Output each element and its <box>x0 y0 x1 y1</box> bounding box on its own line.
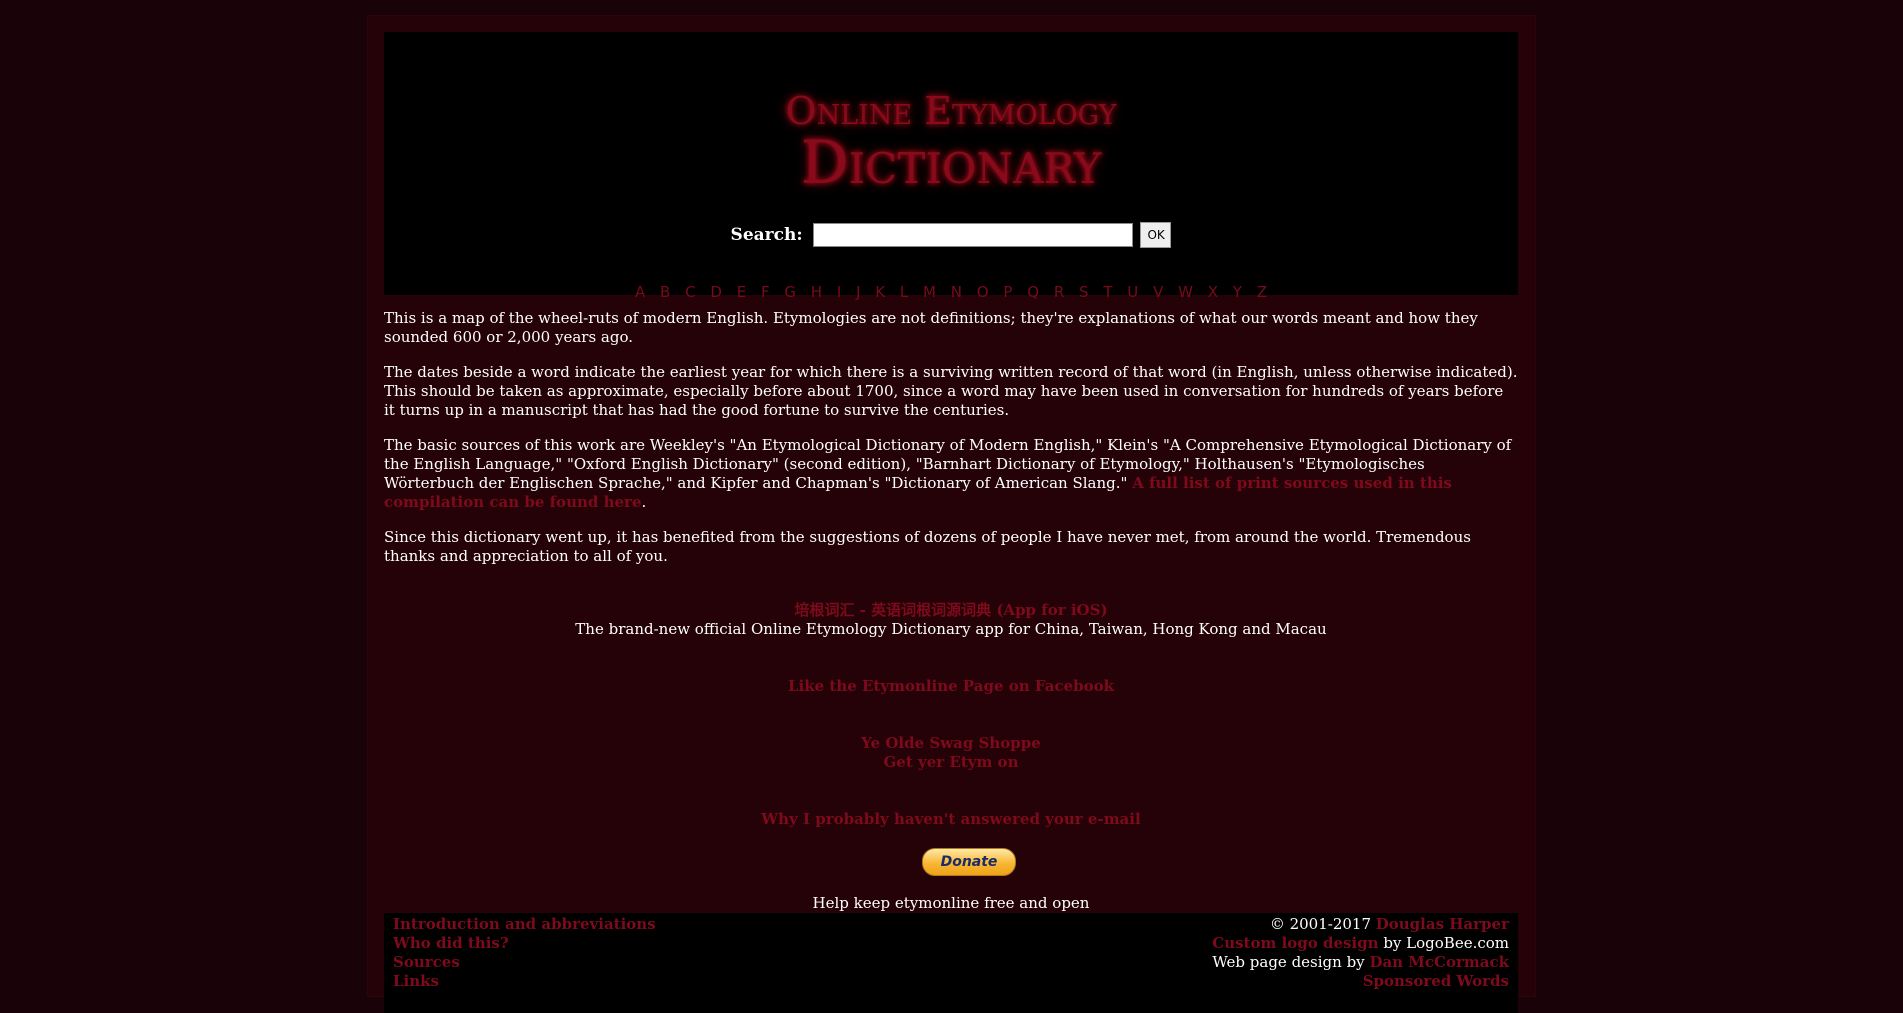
site-logo[interactable]: Online Etymology Dictionary <box>384 90 1518 194</box>
letter-link-z[interactable]: Z <box>1257 283 1267 301</box>
intro-paragraph-4: Since this dictionary went up, it has be… <box>384 528 1471 565</box>
swag-promo: Ye Olde Swag Shoppe Get yer Etym on <box>384 734 1518 772</box>
letter-link-u[interactable]: U <box>1127 283 1138 301</box>
logo-line-1: Online Etymology <box>785 89 1117 133</box>
facebook-promo: Like the Etymonline Page on Facebook <box>384 677 1518 696</box>
intro-paragraph-3: The basic sources of this work are Weekl… <box>384 436 1518 512</box>
letter-link-o[interactable]: O <box>977 283 989 301</box>
header: Online Etymology Dictionary Search: OK A… <box>384 32 1518 301</box>
sponsored-words-link[interactable]: Sponsored Words <box>1363 972 1509 990</box>
donate-caption: Help keep etymonline free and open <box>812 894 1090 912</box>
letter-link-c[interactable]: C <box>685 283 695 301</box>
letter-link-g[interactable]: G <box>784 283 796 301</box>
letter-link-e[interactable]: E <box>737 283 746 301</box>
letter-link-b[interactable]: B <box>660 283 670 301</box>
intro-paragraph-1: This is a map of the wheel-ruts of moder… <box>384 309 1478 346</box>
letter-link-y[interactable]: Y <box>1233 283 1242 301</box>
letter-link-i[interactable]: I <box>837 283 841 301</box>
letter-link-d[interactable]: D <box>710 283 722 301</box>
designer-link[interactable]: Dan McCormack <box>1369 953 1509 971</box>
sources-period: . <box>641 493 647 511</box>
letter-link-l[interactable]: L <box>900 283 908 301</box>
footer-link-links[interactable]: Links <box>393 972 656 991</box>
letter-link-q[interactable]: Q <box>1027 283 1039 301</box>
intro-text: This is a map of the wheel-ruts of moder… <box>384 309 1518 582</box>
letter-link-j[interactable]: J <box>856 283 860 301</box>
design-credit-line: Web page design by Dan McCormack <box>1212 953 1509 972</box>
footer: Introduction and abbreviations Who did t… <box>384 913 1518 1013</box>
search-form: Search: OK <box>384 222 1518 248</box>
email-explanation-link[interactable]: Why I probably haven't answered your e-m… <box>761 810 1140 828</box>
letter-link-v[interactable]: V <box>1153 283 1163 301</box>
letter-link-a[interactable]: A <box>635 283 645 301</box>
logo-design-link[interactable]: Custom logo design <box>1212 934 1378 952</box>
letter-link-s[interactable]: S <box>1079 283 1089 301</box>
ios-app-promo: 培根词汇 - 英语词根词源词典 (App for iOS) The brand-… <box>384 601 1518 639</box>
footer-credits: © 2001-2017 Douglas Harper Custom logo d… <box>1212 915 1509 991</box>
letter-link-w[interactable]: W <box>1178 283 1193 301</box>
design-credit-text: Web page design by <box>1212 953 1370 971</box>
letter-link-t[interactable]: T <box>1103 283 1112 301</box>
search-label: Search: <box>730 225 803 245</box>
footer-link-who[interactable]: Who did this? <box>393 934 656 953</box>
footer-link-introduction[interactable]: Introduction and abbreviations <box>393 915 656 934</box>
copyright-line: © 2001-2017 Douglas Harper <box>1212 915 1509 934</box>
letter-link-r[interactable]: R <box>1054 283 1064 301</box>
email-promo: Why I probably haven't answered your e-m… <box>384 810 1518 829</box>
footer-link-sources[interactable]: Sources <box>393 953 656 972</box>
intro-paragraph-2: The dates beside a word indicate the ear… <box>384 363 1518 419</box>
logo-credit-text: by LogoBee.com <box>1378 934 1509 952</box>
letter-link-f[interactable]: F <box>761 283 770 301</box>
search-input[interactable] <box>812 223 1133 247</box>
logo-credit-line: Custom logo design by LogoBee.com <box>1212 934 1509 953</box>
page-container: Online Etymology Dictionary Search: OK A… <box>368 16 1535 1013</box>
logo-line-2: Dictionary <box>800 128 1102 198</box>
sponsored-line: Sponsored Words <box>1212 972 1509 991</box>
footer-nav: Introduction and abbreviations Who did t… <box>393 915 656 991</box>
letter-link-n[interactable]: N <box>951 283 962 301</box>
facebook-link[interactable]: Like the Etymonline Page on Facebook <box>788 677 1114 695</box>
swag-shop-link[interactable]: Ye Olde Swag Shoppe <box>861 734 1041 752</box>
search-ok-button[interactable]: OK <box>1140 222 1172 248</box>
letter-link-m[interactable]: M <box>923 283 936 301</box>
ios-app-description: The brand-new official Online Etymology … <box>575 620 1327 638</box>
swag-tagline-link[interactable]: Get yer Etym on <box>884 753 1019 771</box>
copyright-text: © 2001-2017 <box>1269 915 1376 933</box>
alphabet-nav: A B C D E F G H I J K L M N O P Q R S T … <box>384 283 1518 301</box>
author-link[interactable]: Douglas Harper <box>1376 915 1509 933</box>
letter-link-h[interactable]: H <box>811 283 822 301</box>
letter-link-k[interactable]: K <box>875 283 885 301</box>
letter-link-p[interactable]: P <box>1003 283 1012 301</box>
letter-link-x[interactable]: X <box>1208 283 1218 301</box>
ios-app-link[interactable]: 培根词汇 - 英语词根词源词典 (App for iOS) <box>794 601 1107 619</box>
donate-button[interactable]: Donate <box>922 848 1016 876</box>
